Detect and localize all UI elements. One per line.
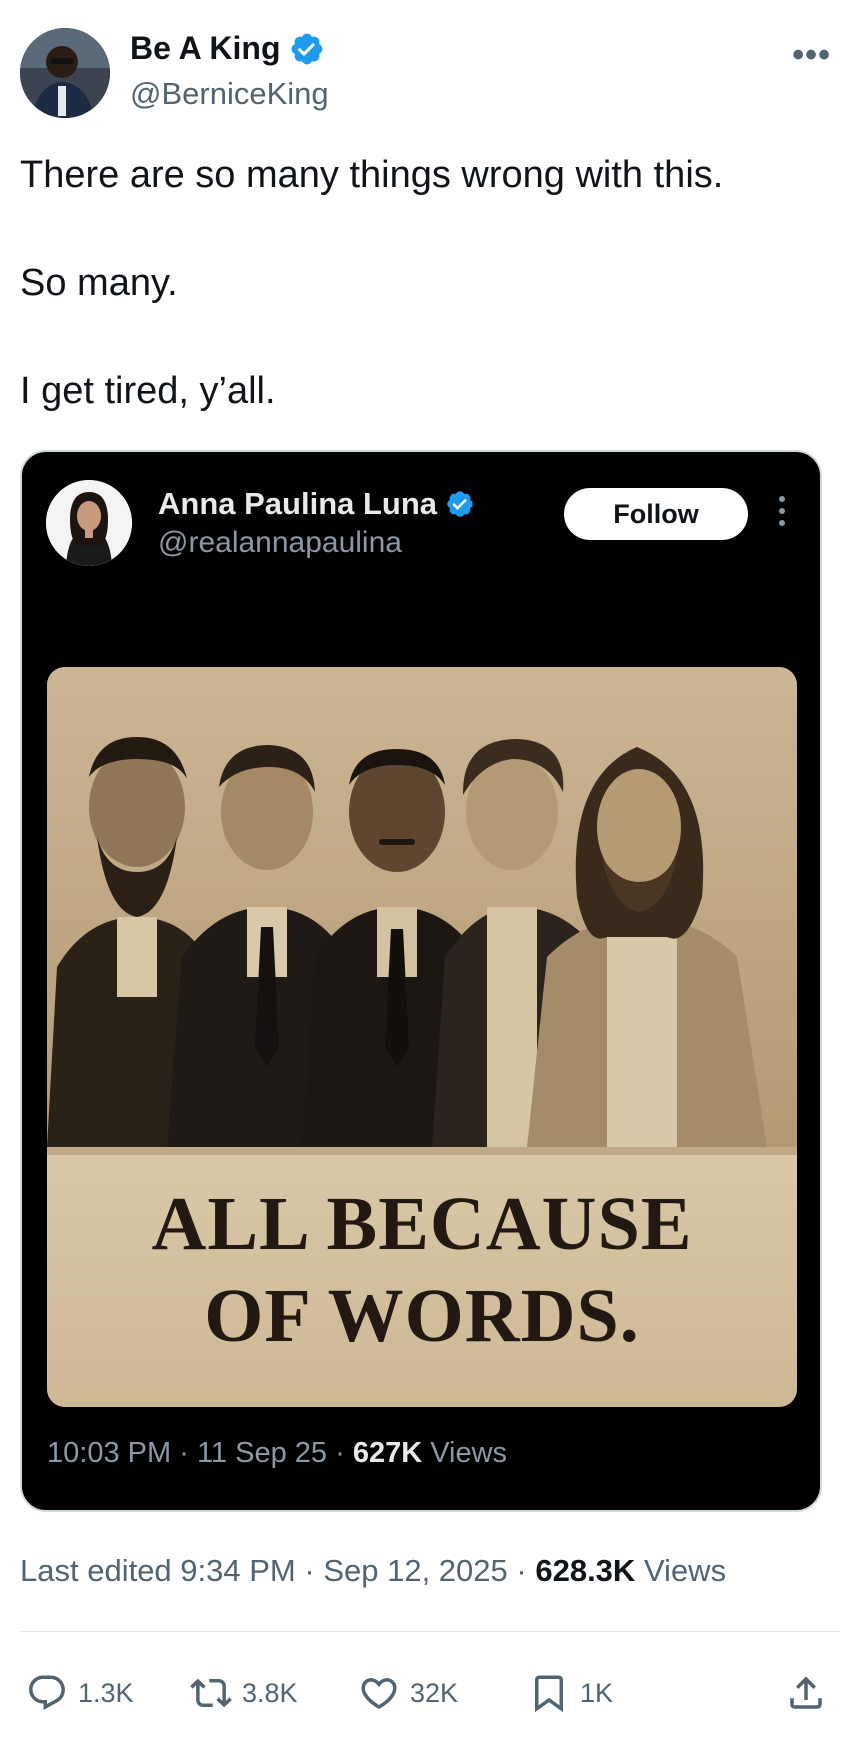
quoted-post-meta: 10:03 PM · 11 Sep 25 · 627K Views <box>47 1437 507 1470</box>
quoted-author-handle[interactable]: @realannapaulina <box>158 526 402 560</box>
post-date[interactable]: Sep 12, 2025 <box>323 1553 507 1588</box>
tweet-header: Be A King @BerniceKing ••• <box>20 28 841 120</box>
reply-button[interactable]: 1.3K <box>26 1670 134 1716</box>
divider <box>20 1631 841 1632</box>
quoted-views-count: 627K <box>352 1437 423 1469</box>
reply-icon <box>29 1675 65 1710</box>
quoted-author-name[interactable]: Anna Paulina Luna <box>158 486 437 522</box>
views-count: 628.3K <box>535 1553 636 1588</box>
image-caption-line: ALL BECAUSE <box>151 1182 693 1266</box>
separator-dot: · <box>179 1437 189 1469</box>
author-avatar[interactable] <box>20 28 110 118</box>
tweet-text-line: I get tired, y’all. <box>20 370 276 412</box>
image-caption-panel: ALL BECAUSE OF WORDS. <box>47 1155 797 1407</box>
action-bar: 1.3K 3.8K 32K 1K <box>20 1670 841 1720</box>
repost-button[interactable]: 3.8K <box>190 1670 298 1716</box>
separator-dot: · <box>304 1553 315 1588</box>
quoted-more-options-icon[interactable] <box>777 496 787 532</box>
more-options-icon[interactable]: ••• <box>792 36 831 75</box>
heart-icon <box>361 1678 397 1710</box>
quoted-post-time[interactable]: 10:03 PM <box>47 1437 171 1469</box>
quoted-post-card[interactable]: Anna Paulina Luna @realannapaulina Follo… <box>20 450 822 1512</box>
last-edited-label[interactable]: Last edited 9:34 PM <box>20 1553 296 1588</box>
repost-count: 3.8K <box>242 1677 298 1708</box>
like-count: 32K <box>410 1677 459 1708</box>
bookmark-icon <box>535 1675 563 1713</box>
verified-badge-icon <box>445 489 475 519</box>
post-meta: Last edited 9:34 PM · Sep 12, 2025 · 628… <box>20 1553 726 1589</box>
image-caption-line: OF WORDS. <box>204 1274 640 1358</box>
quoted-post-image[interactable]: ALL BECAUSE OF WORDS. <box>47 667 797 1407</box>
bookmark-button[interactable]: 1K <box>528 1670 613 1716</box>
quoted-post-date[interactable]: 11 Sep 25 <box>197 1437 327 1469</box>
tweet-text-line: So many. <box>20 262 178 304</box>
author-handle[interactable]: @BerniceKing <box>130 76 329 112</box>
share-button[interactable] <box>785 1670 827 1716</box>
reply-count: 1.3K <box>78 1677 134 1708</box>
separator-dot: · <box>335 1437 345 1469</box>
tweet-text: There are so many things wrong with this… <box>20 150 820 474</box>
author-name[interactable]: Be A King <box>130 30 281 67</box>
verified-badge-icon <box>289 31 325 67</box>
like-button[interactable]: 32K <box>358 1670 458 1716</box>
portrait-figures-image <box>47 667 797 1147</box>
share-icon <box>790 1676 822 1709</box>
repost-icon <box>190 1678 232 1708</box>
tweet-text-line: There are so many things wrong with this… <box>20 154 724 196</box>
separator-dot: · <box>516 1553 527 1588</box>
quoted-views-label: Views <box>430 1437 508 1469</box>
bookmark-count: 1K <box>580 1677 614 1708</box>
follow-button[interactable]: Follow <box>564 488 748 540</box>
author-name-row: Be A King <box>130 30 325 67</box>
quoted-author-avatar[interactable] <box>46 480 132 566</box>
views-label: Views <box>643 1553 727 1588</box>
quoted-author-name-row: Anna Paulina Luna <box>158 486 475 522</box>
